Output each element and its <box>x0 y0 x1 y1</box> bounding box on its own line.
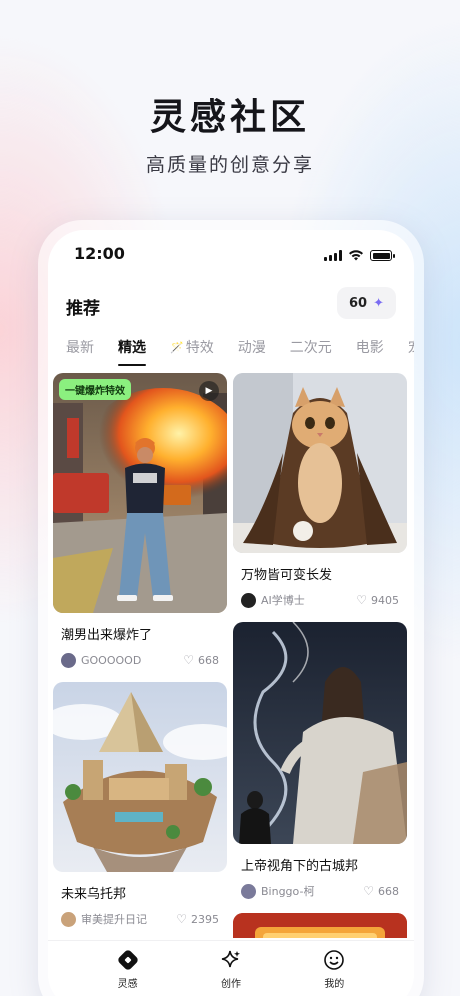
card-title: 万物皆可变长发 <box>241 568 333 583</box>
card-image-utopia <box>53 682 227 872</box>
feed-column-right: 万物皆可变长发 AI学博士 ♡ 9405 上帝视角下的古城邦 Binggo-柯 … <box>233 373 407 938</box>
feed-grid: 一键爆炸特效 ▶ 潮男出来爆炸了 GOOOOOD ♡ 668 未来乌托邦 审美提… <box>53 373 409 938</box>
page-title: 推荐 <box>66 299 100 319</box>
heart-icon: ♡ <box>183 653 194 667</box>
phone-screen: 12:00 推荐 60 ✦ 最新 精选 🪄特效 动漫 二次元 电影 宠 <box>48 230 414 996</box>
wifi-icon <box>348 246 364 265</box>
tab-acg[interactable]: 二次元 <box>290 336 332 358</box>
card-title: 潮男出来爆炸了 <box>61 628 153 643</box>
author-name: Binggo-柯 <box>261 885 315 898</box>
status-time: 12:00 <box>74 244 125 263</box>
avatar <box>241 883 256 899</box>
heart-icon: ♡ <box>176 912 187 926</box>
card-meta: AI学博士 ♡ 9405 <box>241 592 399 608</box>
tab-label: 精选 <box>118 340 146 356</box>
like-count: 668 <box>198 653 219 667</box>
tab-label: 特效 <box>185 340 214 356</box>
nav-label: 灵感 <box>117 979 138 990</box>
feed-card[interactable]: 万物皆可变长发 AI学博士 ♡ 9405 <box>233 373 407 608</box>
card-image-longhair-cat <box>233 373 407 553</box>
like-button[interactable]: ♡ 2395 <box>176 912 219 926</box>
like-count: 9405 <box>371 593 399 607</box>
nav-create[interactable]: 创作 <box>201 941 261 996</box>
points-value: 60 <box>349 295 368 311</box>
tab-label: 动漫 <box>237 340 266 356</box>
tab-label: 电影 <box>355 340 384 356</box>
heart-icon: ♡ <box>356 593 367 607</box>
tab-pets[interactable]: 宠 <box>408 336 414 358</box>
nav-profile[interactable]: 我的 <box>304 941 364 996</box>
avatar <box>61 911 76 927</box>
promo-title: 灵感社区 <box>149 97 310 138</box>
author-name: 审美提升日记 <box>81 913 147 926</box>
promo-subtitle: 高质量的创意分享 <box>145 154 314 176</box>
tab-label: 二次元 <box>289 340 332 356</box>
heart-icon: ♡ <box>363 884 374 898</box>
inspiration-icon <box>117 949 139 971</box>
points-button[interactable]: 60 ✦ <box>337 287 396 319</box>
avatar <box>241 592 256 608</box>
like-button[interactable]: ♡ 668 <box>363 884 399 898</box>
nav-label: 我的 <box>324 979 345 990</box>
card-author: Binggo-柯 <box>241 883 314 899</box>
nav-label: 创作 <box>220 979 241 990</box>
like-count: 2395 <box>191 912 219 926</box>
card-author: AI学博士 <box>241 592 305 608</box>
like-button[interactable]: ♡ 668 <box>183 653 219 667</box>
tab-label: 最新 <box>66 340 94 356</box>
card-image-god-view <box>233 622 407 844</box>
status-icons <box>324 246 395 265</box>
create-sparkle-icon <box>220 949 242 971</box>
profile-smile-icon <box>323 949 345 971</box>
card-image-partial[interactable] <box>233 913 407 938</box>
tab-movie[interactable]: 电影 <box>356 336 384 358</box>
feed-card[interactable]: 未来乌托邦 审美提升日记 ♡ 2395 <box>53 682 227 927</box>
card-meta: GOOOOOD ♡ 668 <box>61 652 219 668</box>
feed-card[interactable]: 上帝视角下的古城邦 Binggo-柯 ♡ 668 <box>233 622 407 899</box>
effect-badge: 一键爆炸特效 <box>59 379 131 400</box>
cellular-signal-icon <box>324 250 342 261</box>
magic-wand-icon: 🪄 <box>170 340 184 354</box>
play-icon: ▶ <box>199 381 219 401</box>
card-author: 审美提升日记 <box>61 911 147 927</box>
bottom-nav: 灵感 创作 我的 <box>48 940 414 996</box>
card-meta: 审美提升日记 ♡ 2395 <box>61 911 219 927</box>
tab-effects[interactable]: 🪄 特效 <box>170 336 214 358</box>
tab-latest[interactable]: 最新 <box>66 336 94 358</box>
battery-icon <box>370 250 395 261</box>
card-title: 未来乌托邦 <box>61 887 127 902</box>
feed-column-left: 一键爆炸特效 ▶ 潮男出来爆炸了 GOOOOOD ♡ 668 未来乌托邦 审美提… <box>53 373 227 938</box>
tab-anime[interactable]: 动漫 <box>238 336 266 358</box>
like-count: 668 <box>378 884 399 898</box>
card-image-explosion: 一键爆炸特效 ▶ <box>53 373 227 613</box>
status-bar: 12:00 <box>48 230 414 280</box>
tab-featured[interactable]: 精选 <box>118 336 146 366</box>
tab-label: 宠 <box>408 337 414 357</box>
sparkle-icon: ✦ <box>373 295 384 311</box>
like-button[interactable]: ♡ 9405 <box>356 593 399 607</box>
author-name: AI学博士 <box>261 594 305 607</box>
card-meta: Binggo-柯 ♡ 668 <box>241 883 399 899</box>
category-tabs: 最新 精选 🪄特效 动漫 二次元 电影 宠 <box>66 336 414 366</box>
author-name: GOOOOOD <box>81 653 142 667</box>
feed-card[interactable]: 一键爆炸特效 ▶ 潮男出来爆炸了 GOOOOOD ♡ 668 <box>53 373 227 668</box>
avatar <box>61 652 76 668</box>
card-title: 上帝视角下的古城邦 <box>241 859 359 874</box>
card-author: GOOOOOD <box>61 652 142 668</box>
nav-inspiration[interactable]: 灵感 <box>98 941 158 996</box>
